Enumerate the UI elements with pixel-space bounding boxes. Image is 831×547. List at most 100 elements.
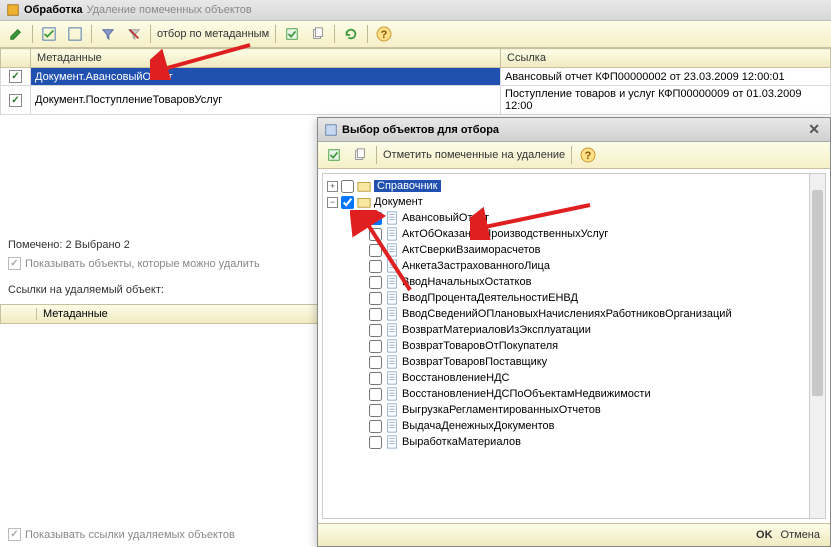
item-label: АвансовыйОтчет xyxy=(402,212,489,224)
item-checkbox[interactable] xyxy=(369,340,382,353)
item-checkbox[interactable] xyxy=(369,260,382,273)
filter-clear-icon[interactable] xyxy=(124,24,144,44)
dialog-icon xyxy=(324,123,338,137)
tree-item[interactable]: ВосстановлениеНДСПоОбъектамНедвижимости xyxy=(327,386,821,402)
document-icon xyxy=(385,307,399,321)
document-icon xyxy=(385,323,399,337)
tree-item[interactable]: ВозвратТоваровПоставщику xyxy=(327,354,821,370)
metadata-tree[interactable]: + Справочник − Документ АвансовыйОтчет Ак… xyxy=(322,173,826,519)
item-checkbox[interactable] xyxy=(369,420,382,433)
item-checkbox[interactable] xyxy=(369,356,382,369)
set-check-icon[interactable] xyxy=(324,145,344,165)
tree-item[interactable]: ВводСведенийОПлановыхНачисленияхРаботник… xyxy=(327,306,821,322)
check-all-icon[interactable] xyxy=(39,24,59,44)
app-icon xyxy=(6,3,20,17)
cell-metadata: Документ.ПоступлениеТоваровУслуг xyxy=(31,86,501,115)
item-label: ВыработкаМатериалов xyxy=(402,436,521,448)
cell-reference: Авансовый отчет КФП00000002 от 23.03.200… xyxy=(501,68,831,86)
item-label: ВыгрузкаРегламентированныхОтчетов xyxy=(402,404,601,416)
tree-item[interactable]: АктОбОказанииПроизводственныхУслуг xyxy=(327,226,821,242)
item-label: ВводПроцентаДеятельностиЕНВД xyxy=(402,292,578,304)
close-icon[interactable]: ✕ xyxy=(804,121,824,138)
item-label: ВводНачальныхОстатков xyxy=(402,276,531,288)
filter-icon[interactable] xyxy=(98,24,118,44)
uncheck-all-icon[interactable] xyxy=(65,24,85,44)
collapse-icon[interactable]: − xyxy=(327,197,338,208)
tree-item[interactable]: ВозвратТоваровОтПокупателя xyxy=(327,338,821,354)
item-checkbox[interactable] xyxy=(369,212,382,225)
copy-icon[interactable] xyxy=(308,24,328,44)
show-refs-option[interactable]: Показывать ссылки удаляемых объектов xyxy=(0,526,243,543)
help-icon[interactable]: ? xyxy=(374,24,394,44)
ok-button[interactable]: OK xyxy=(756,529,773,541)
document-icon xyxy=(385,291,399,305)
item-checkbox[interactable] xyxy=(369,276,382,289)
refs-col-metadata[interactable]: Метаданные xyxy=(43,308,108,320)
item-checkbox[interactable] xyxy=(369,404,382,417)
col-reference[interactable]: Ссылка xyxy=(501,49,831,68)
edit-icon[interactable] xyxy=(6,24,26,44)
item-checkbox[interactable] xyxy=(369,388,382,401)
document-icon xyxy=(385,435,399,449)
document-icon xyxy=(385,403,399,417)
document-icon xyxy=(385,243,399,257)
tree-node-document[interactable]: − Документ xyxy=(327,194,821,210)
tree-item[interactable]: ВыдачаДенежныхДокументов xyxy=(327,418,821,434)
item-checkbox[interactable] xyxy=(369,292,382,305)
tree-node-spravochnik[interactable]: + Справочник xyxy=(327,178,821,194)
cancel-button[interactable]: Отмена xyxy=(781,529,820,541)
tree-item[interactable]: ВосстановлениеНДС xyxy=(327,370,821,386)
tree-item[interactable]: ВводПроцентаДеятельностиЕНВД xyxy=(327,290,821,306)
refresh-icon[interactable] xyxy=(341,24,361,44)
item-checkbox[interactable] xyxy=(369,244,382,257)
cell-reference: Поступление товаров и услуг КФП00000009 … xyxy=(501,86,831,115)
item-label: ВыдачаДенежныхДокументов xyxy=(402,420,555,432)
item-checkbox[interactable] xyxy=(369,436,382,449)
tree-item[interactable]: АвансовыйОтчет xyxy=(327,210,821,226)
table-row[interactable]: Документ.ПоступлениеТоваровУслуг Поступл… xyxy=(1,86,831,115)
dialog-buttons: OK Отмена xyxy=(318,523,830,546)
window-title-a: Обработка xyxy=(24,4,82,16)
node-checkbox[interactable] xyxy=(341,180,354,193)
item-checkbox[interactable] xyxy=(369,324,382,337)
filter-dialog: Выбор объектов для отбора ✕ Отметить пом… xyxy=(317,117,831,547)
table-row[interactable]: Документ.АвансовыйОтчет Авансовый отчет … xyxy=(1,68,831,86)
row-checkbox[interactable] xyxy=(9,70,22,83)
item-label: ВозвратМатериаловИзЭксплуатации xyxy=(402,324,591,336)
item-checkbox[interactable] xyxy=(369,308,382,321)
copy-icon[interactable] xyxy=(350,145,370,165)
document-icon xyxy=(385,339,399,353)
document-icon xyxy=(385,227,399,241)
filter-label: отбор по метаданным xyxy=(157,28,269,40)
window-title-b: Удаление помеченных объектов xyxy=(86,4,251,16)
window-titlebar: Обработка Удаление помеченных объектов xyxy=(0,0,831,21)
item-checkbox[interactable] xyxy=(369,228,382,241)
tree-item[interactable]: ВозвратМатериаловИзЭксплуатации xyxy=(327,322,821,338)
tree-scrollbar[interactable] xyxy=(809,174,825,518)
item-label: ВозвратТоваровОтПокупателя xyxy=(402,340,558,352)
row-checkbox[interactable] xyxy=(9,94,22,107)
checkbox-icon xyxy=(8,528,21,541)
tree-item[interactable]: ВводНачальныхОстатков xyxy=(327,274,821,290)
document-icon xyxy=(385,387,399,401)
help-icon[interactable]: ? xyxy=(578,145,598,165)
objects-table: Метаданные Ссылка Документ.АвансовыйОтче… xyxy=(0,48,831,115)
svg-text:?: ? xyxy=(585,150,592,162)
item-label: АктСверкиВзаиморасчетов xyxy=(402,244,540,256)
mark-deleted-label[interactable]: Отметить помеченные на удаление xyxy=(383,149,565,161)
col-check[interactable] xyxy=(1,49,31,68)
expand-icon[interactable]: + xyxy=(327,181,338,192)
set-check-icon[interactable] xyxy=(282,24,302,44)
item-checkbox[interactable] xyxy=(369,372,382,385)
tree-item[interactable]: АнкетаЗастрахованногоЛица xyxy=(327,258,821,274)
dialog-toolbar: Отметить помеченные на удаление ? xyxy=(318,142,830,169)
tree-item[interactable]: АктСверкиВзаиморасчетов xyxy=(327,242,821,258)
col-metadata[interactable]: Метаданные xyxy=(31,49,501,68)
document-icon xyxy=(385,211,399,225)
tree-item[interactable]: ВыгрузкаРегламентированныхОтчетов xyxy=(327,402,821,418)
node-checkbox[interactable] xyxy=(341,196,354,209)
dialog-titlebar: Выбор объектов для отбора ✕ xyxy=(318,118,830,142)
cell-metadata: Документ.АвансовыйОтчет xyxy=(31,68,501,86)
main-toolbar: отбор по метаданным ? xyxy=(0,21,831,48)
tree-item[interactable]: ВыработкаМатериалов xyxy=(327,434,821,450)
